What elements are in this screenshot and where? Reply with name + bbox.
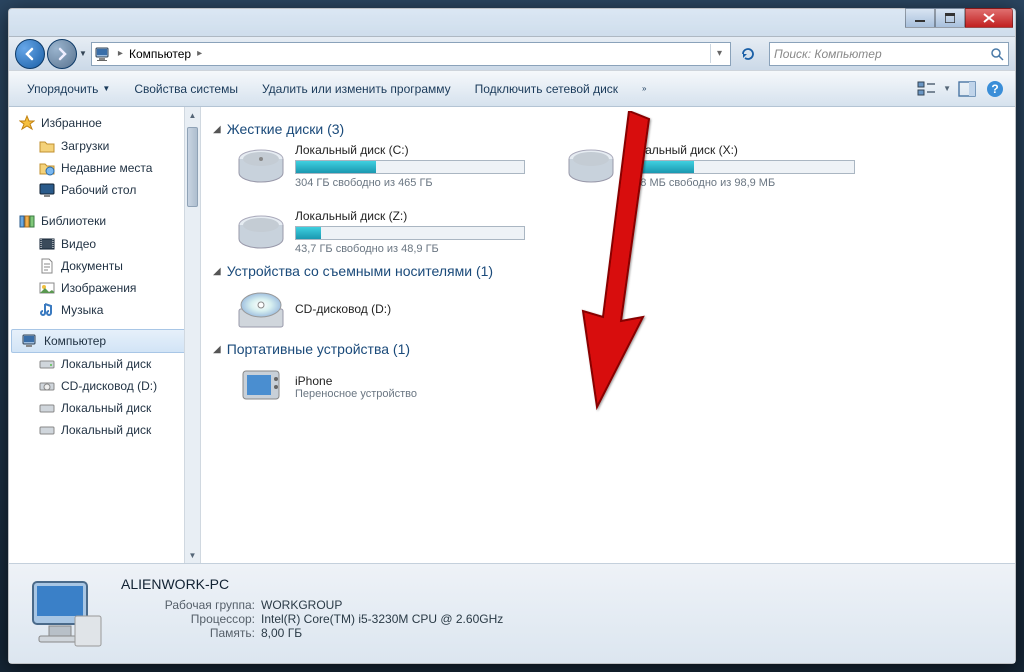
titlebar[interactable] [9,9,1015,37]
organize-button[interactable]: Упорядочить▼ [17,78,120,100]
detail-ram: Память:8,00 ГБ [121,626,503,640]
details-pane: ALIENWORK-PC Рабочая группа:WORKGROUP Пр… [9,563,1015,663]
chevron-down-icon[interactable]: ▼ [943,84,951,93]
refresh-button[interactable] [737,43,759,65]
drive-icon [39,422,55,438]
explorer-window: ▼ ▸ Компьютер ▸ ▾ Поиск: Компьютер Упоря… [8,8,1016,664]
drive-z[interactable]: Локальный диск (Z:) 43,7 ГБ свободно из … [237,209,537,255]
folder-icon [39,138,55,154]
minimize-button[interactable] [905,8,935,28]
libraries-icon [19,213,35,229]
collapse-icon: ◢ [213,344,221,355]
libraries-header[interactable]: Библиотеки [9,209,200,233]
scroll-thumb[interactable] [187,127,198,207]
portable-device-icon [237,363,285,411]
toolbar-overflow-button[interactable]: » [632,80,656,97]
address-dropdown-icon[interactable]: ▾ [710,44,728,63]
maximize-button[interactable] [935,8,965,28]
cd-drive-icon [39,378,55,394]
map-drive-button[interactable]: Подключить сетевой диск [465,78,628,100]
sidebar-item-recent[interactable]: Недавние места [9,157,200,179]
close-button[interactable] [965,8,1013,28]
chevron-down-icon: ▼ [102,84,110,93]
device-iphone[interactable]: iPhone Переносное устройство [213,363,1003,411]
sidebar-item-local-disk[interactable]: Локальный диск [9,353,200,375]
group-removable[interactable]: ◢ Устройства со съемными носителями (1) [213,263,1003,279]
documents-icon [39,258,55,274]
cd-drive-icon [237,285,285,333]
hard-drive-icon [237,212,285,252]
search-input[interactable]: Поиск: Компьютер [769,42,1009,66]
sidebar-item-local-disk[interactable]: Локальный диск [9,397,200,419]
breadcrumb-computer[interactable]: Компьютер [125,47,195,61]
window-controls [905,8,1013,28]
scroll-up-icon[interactable]: ▲ [185,107,200,123]
detail-workgroup: Рабочая группа:WORKGROUP [121,598,503,612]
hard-drive-icon [567,146,615,186]
hard-drive-icon [237,146,285,186]
group-portable[interactable]: ◢ Портативные устройства (1) [213,341,1003,357]
view-options-button[interactable] [915,77,939,101]
sidebar-item-local-disk[interactable]: Локальный диск [9,419,200,441]
drive-icon [39,400,55,416]
music-icon [39,302,55,318]
sidebar-item-downloads[interactable]: Загрузки [9,135,200,157]
nav-arrows: ▼ [15,39,87,69]
sidebar-item-music[interactable]: Музыка [9,299,200,321]
navigation-bar: ▼ ▸ Компьютер ▸ ▾ Поиск: Компьютер [9,37,1015,71]
drive-x[interactable]: Локальный диск (X:) 69,8 МБ свободно из … [567,143,867,189]
search-icon [990,47,1004,61]
collapse-icon: ◢ [213,266,221,277]
drive-d-cd[interactable]: CD-дисковод (D:) [213,285,1003,333]
scroll-down-icon[interactable]: ▼ [185,547,200,563]
favorites-header[interactable]: Избранное [9,111,200,135]
toolbar: Упорядочить▼ Свойства системы Удалить ил… [9,71,1015,107]
usage-bar [295,226,525,240]
address-bar[interactable]: ▸ Компьютер ▸ ▾ [91,42,731,66]
sidebar-item-video[interactable]: Видео [9,233,200,255]
computer-name: ALIENWORK-PC [121,576,503,592]
drive-icon [39,356,55,372]
search-placeholder: Поиск: Компьютер [774,47,882,61]
drive-c[interactable]: Локальный диск (C:) 304 ГБ свободно из 4… [237,143,537,189]
forward-button[interactable] [47,39,77,69]
collapse-icon: ◢ [213,124,221,135]
sidebar-item-desktop[interactable]: Рабочий стол [9,179,200,201]
detail-cpu: Процессор:Intel(R) Core(TM) i5-3230M CPU… [121,612,503,626]
content-pane: ◢ Жесткие диски (3) Локальный диск (C:) … [201,107,1015,563]
chevron-right-icon[interactable]: ▸ [195,48,204,59]
computer-icon [94,45,112,63]
sidebar-item-cd-drive[interactable]: CD-дисковод (D:) [9,375,200,397]
recent-icon [39,160,55,176]
help-button[interactable]: ? [983,77,1007,101]
pictures-icon [39,280,55,296]
star-icon [19,115,35,131]
desktop-icon [39,182,55,198]
svg-text:?: ? [991,82,998,96]
computer-large-icon [25,572,105,652]
system-properties-button[interactable]: Свойства системы [124,78,248,100]
video-icon [39,236,55,252]
usage-bar [295,160,525,174]
group-hard-drives[interactable]: ◢ Жесткие диски (3) [213,121,1003,137]
sidebar-scrollbar[interactable]: ▲ ▼ [184,107,200,563]
preview-pane-button[interactable] [955,77,979,101]
usage-bar [625,160,855,174]
uninstall-program-button[interactable]: Удалить или изменить программу [252,78,461,100]
back-button[interactable] [15,39,45,69]
computer-icon [22,333,38,349]
sidebar-item-pictures[interactable]: Изображения [9,277,200,299]
sidebar-item-computer[interactable]: Компьютер [11,329,198,353]
navigation-pane: Избранное Загрузки Недавние места Рабочи… [9,107,201,563]
body: Избранное Загрузки Недавние места Рабочи… [9,107,1015,563]
sidebar-item-documents[interactable]: Документы [9,255,200,277]
history-dropdown-icon[interactable]: ▼ [79,49,87,58]
chevron-right-icon[interactable]: ▸ [116,48,125,59]
